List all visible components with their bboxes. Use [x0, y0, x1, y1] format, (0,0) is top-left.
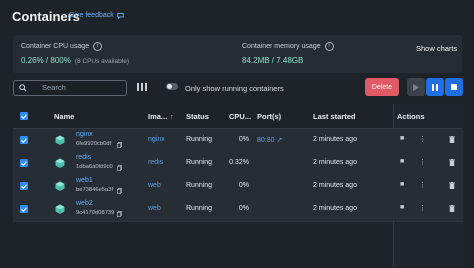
pause-icon	[432, 83, 438, 91]
container-name-link[interactable]: web2	[76, 200, 93, 207]
status-text: Running	[186, 159, 213, 166]
table-row[interactable]: web2 9c4170d08739 web Running 0% 2 minutes ag…	[13, 198, 463, 222]
stop-icon	[451, 84, 457, 90]
container-id: 1dba6a0fd9c0	[76, 164, 113, 170]
memory-usage-label: Container memory usage	[242, 43, 321, 50]
status-text: Running	[186, 205, 213, 212]
image-link[interactable]: redis	[148, 159, 163, 166]
usage-stats-panel: Container CPU usage i 0.26% / 800% (8 CP…	[13, 35, 462, 73]
copy-icon[interactable]	[117, 188, 122, 194]
start-button[interactable]	[407, 78, 425, 96]
check-icon	[21, 183, 27, 189]
container-name-link[interactable]: redis	[76, 154, 91, 161]
more-options-icon[interactable]: ⋮	[419, 158, 426, 166]
cpu-available: (8 CPUs available)	[74, 58, 129, 65]
status-text: Running	[186, 136, 213, 143]
cpu-usage-label: Container CPU usage	[21, 43, 90, 50]
pause-button[interactable]	[426, 78, 444, 96]
row-checkbox[interactable]	[20, 136, 28, 144]
running-only-toggle[interactable]	[166, 83, 178, 90]
check-icon	[21, 113, 27, 119]
table-row[interactable]: web1 be73846e5a3f web Running 0% 2 minutes ag…	[13, 175, 463, 199]
image-link[interactable]: web	[148, 182, 161, 189]
cpu-usage-value-group: 0.26% / 800% (8 CPUs available)	[21, 56, 129, 65]
search-input[interactable]: Search	[13, 80, 127, 96]
trash-icon[interactable]	[449, 159, 455, 166]
trash-icon[interactable]	[449, 205, 455, 212]
port-link[interactable]: 80:80 ↗	[257, 136, 282, 144]
last-started: 2 minutes ago	[313, 159, 357, 166]
info-icon[interactable]: i	[93, 42, 103, 51]
row-checkbox[interactable]	[20, 159, 28, 167]
copy-icon[interactable]	[117, 211, 122, 217]
container-icon	[55, 204, 65, 214]
cpu-percent: 0.32%	[229, 159, 249, 166]
last-started: 2 minutes ago	[313, 205, 357, 212]
check-icon	[21, 137, 27, 143]
status-text: Running	[186, 182, 213, 189]
container-icon	[55, 158, 65, 168]
last-started: 2 minutes ago	[313, 136, 357, 143]
cpu-percent: 0%	[238, 136, 249, 143]
column-cpu[interactable]: CPU...	[229, 112, 251, 121]
container-icon	[55, 181, 65, 191]
table-row[interactable]: redis 1dba6a0fd9c0 redis Running 0.32% 2 minu…	[13, 152, 463, 176]
container-name-link[interactable]: nginx	[76, 131, 93, 138]
column-last-started[interactable]: Last started	[313, 112, 356, 121]
cpu-percent: 0%	[238, 205, 249, 212]
cpu-usage-value: 0.26% / 800%	[21, 56, 71, 65]
copy-icon[interactable]	[117, 165, 122, 171]
stop-icon[interactable]: ■	[400, 135, 404, 142]
play-icon	[413, 83, 419, 91]
show-charts-button[interactable]: Show charts	[416, 44, 457, 53]
container-id: 9c4170d08739	[76, 210, 115, 216]
give-feedback-link[interactable]: Give feedback	[69, 12, 124, 19]
sort-arrow-icon[interactable]: ↑	[170, 112, 174, 121]
more-options-icon[interactable]: ⋮	[419, 181, 426, 189]
container-id: be73846e5a3f	[76, 187, 114, 193]
stop-icon[interactable]: ■	[400, 181, 404, 188]
info-icon[interactable]: i	[324, 42, 334, 51]
search-placeholder: Search	[42, 83, 66, 92]
delete-button[interactable]: Delete	[365, 78, 399, 96]
toggle-knob	[167, 84, 172, 89]
last-started: 2 minutes ago	[313, 182, 357, 189]
more-options-icon[interactable]: ⋮	[419, 135, 426, 143]
stop-icon[interactable]: ■	[400, 204, 404, 211]
memory-usage-label-group: Container memory usage i	[242, 42, 334, 51]
row-checkbox[interactable]	[20, 182, 28, 190]
check-icon	[21, 206, 27, 212]
column-settings-icon[interactable]	[137, 83, 147, 91]
more-options-icon[interactable]: ⋮	[419, 204, 426, 212]
cpu-usage-label-group: Container CPU usage i	[21, 42, 103, 51]
column-image[interactable]: Ima...	[148, 112, 167, 121]
external-link-icon: ↗	[276, 137, 283, 144]
select-all-checkbox[interactable]	[20, 112, 28, 120]
container-id: 6fe9920cb0df	[76, 141, 112, 147]
check-icon	[21, 160, 27, 166]
stop-button[interactable]	[445, 78, 463, 96]
container-icon	[55, 135, 65, 145]
running-only-label: Only show running containers	[185, 84, 284, 93]
stop-icon[interactable]: ■	[400, 158, 404, 165]
give-feedback-label: Give feedback	[69, 12, 114, 19]
memory-usage-value: 84.2MB / 7.48GB	[242, 56, 304, 65]
container-name-link[interactable]: web1	[76, 177, 93, 184]
table-row[interactable]: nginx 6fe9920cb0df nginx Running 0% 80:80 ↗ 2 …	[13, 129, 463, 153]
column-status[interactable]: Status	[186, 112, 209, 121]
feedback-icon	[117, 12, 124, 19]
table-header: Name Ima... ↑ Status CPU... Port(s) Last…	[13, 104, 463, 129]
trash-icon[interactable]	[449, 136, 455, 143]
search-icon	[19, 84, 27, 92]
image-link[interactable]: web	[148, 205, 161, 212]
image-link[interactable]: nginx	[148, 136, 165, 143]
copy-icon[interactable]	[117, 142, 122, 148]
cpu-percent: 0%	[238, 182, 249, 189]
port-value: 80:80	[257, 137, 275, 144]
column-actions: Actions	[397, 112, 425, 121]
column-ports[interactable]: Port(s)	[257, 112, 281, 121]
row-checkbox[interactable]	[20, 205, 28, 213]
trash-icon[interactable]	[449, 182, 455, 189]
column-name[interactable]: Name	[54, 112, 74, 121]
